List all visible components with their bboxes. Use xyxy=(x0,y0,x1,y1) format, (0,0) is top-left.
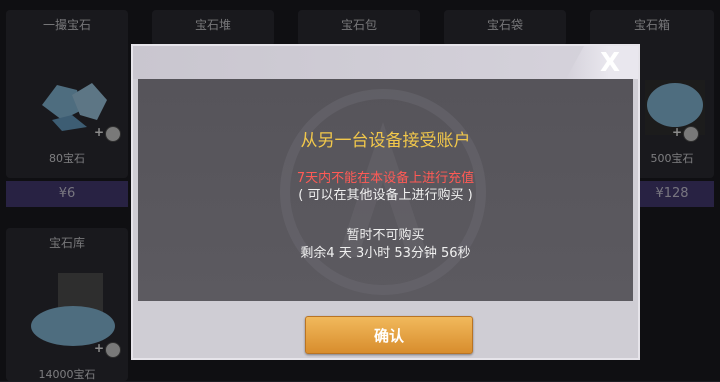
confirm-label: 确认 xyxy=(373,327,404,345)
dialog-title: 从另一台设备接受账户 xyxy=(300,131,471,151)
close-button[interactable]: X xyxy=(566,46,638,79)
account-transfer-dialog: X 从另一台设备接受账户 7天内不能在本设备上进行充值 ( 可以在其他设备上进行… xyxy=(131,44,640,360)
remaining-time: 剩余4 天 3小时 53分钟 56秒 xyxy=(300,246,471,261)
purchase-note: ( 可以在其他设备上进行购买 ) xyxy=(298,188,473,203)
confirm-button[interactable]: 确认 xyxy=(305,316,473,354)
dialog-header: X xyxy=(133,46,638,79)
close-icon[interactable]: X xyxy=(600,48,620,78)
purchase-status: 暂时不可购买 xyxy=(346,228,425,243)
dialog-body: 从另一台设备接受账户 7天内不能在本设备上进行充值 ( 可以在其他设备上进行购买… xyxy=(138,79,633,301)
